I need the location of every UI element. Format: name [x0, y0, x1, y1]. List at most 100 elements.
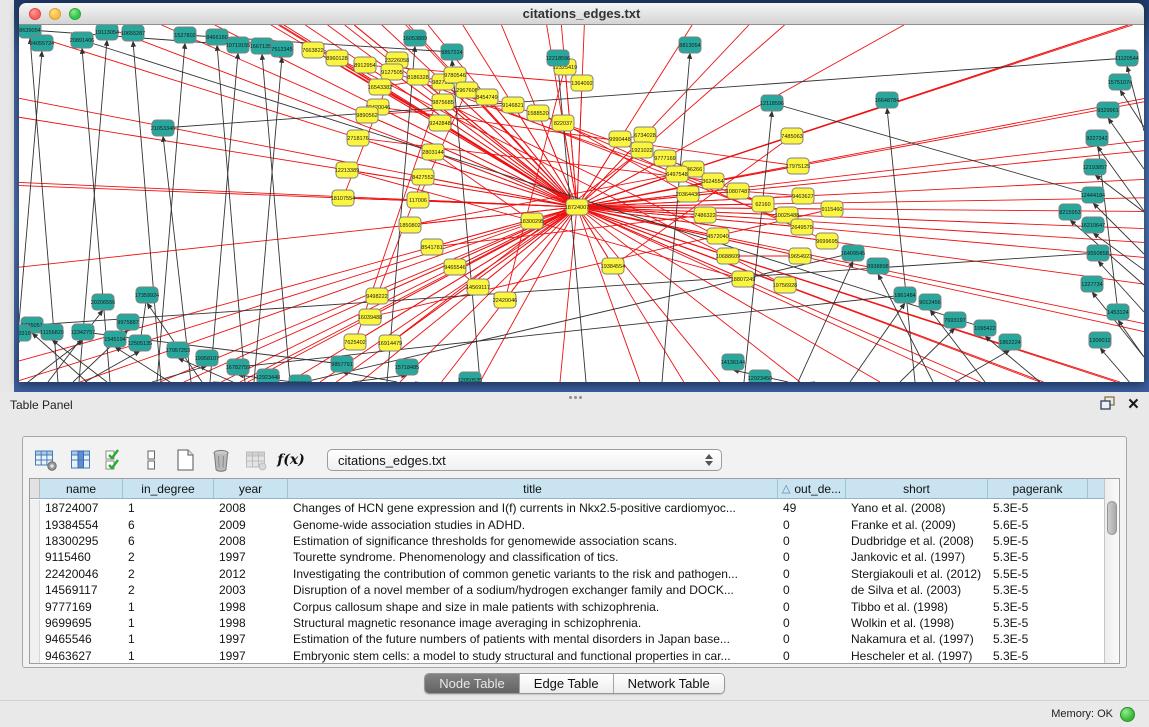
graph-edge[interactable] — [433, 152, 577, 207]
cell-out_degree: 0 — [778, 567, 846, 581]
graph-edge[interactable] — [85, 351, 140, 382]
table-settings-button[interactable] — [33, 447, 59, 473]
graph-edge[interactable] — [577, 150, 642, 207]
table-row[interactable]: 969969511998Structural magnetic resonanc… — [30, 615, 1104, 631]
graph-edge[interactable] — [133, 41, 161, 382]
import-table-button[interactable] — [243, 447, 269, 473]
table-row[interactable]: 1456911722003Disruption of a novel membe… — [30, 582, 1104, 598]
vertical-scrollbar[interactable] — [1104, 479, 1119, 663]
tab-edge-table[interactable]: Edge Table — [520, 674, 614, 693]
graph-edge[interactable] — [1118, 320, 1144, 357]
graph-node-label: 16543382 — [368, 85, 392, 91]
row-selector-cell[interactable] — [30, 598, 40, 614]
close-window-button[interactable] — [29, 8, 41, 20]
cell-out_degree: 0 — [778, 583, 846, 597]
column-header-year[interactable]: year — [214, 479, 288, 498]
graph-edge[interactable] — [217, 45, 245, 382]
column-header-title[interactable]: title — [288, 479, 778, 498]
graph-edge[interactable] — [157, 43, 185, 382]
table-row[interactable]: 1830029562008Estimation of significance … — [30, 533, 1104, 549]
graph-edge[interactable] — [850, 303, 905, 382]
column-header-pagerank[interactable]: pagerank — [988, 479, 1088, 498]
graph-node-label: 10025488 — [775, 213, 799, 219]
table-row[interactable]: 2242004622012Investigating the contribut… — [30, 566, 1104, 582]
column-header-out_degree[interactable]: △out_de... — [778, 479, 846, 498]
graph-edge[interactable] — [210, 53, 238, 382]
graph-edge[interactable] — [378, 107, 577, 207]
table-row[interactable]: 946554611997Estimation of the future num… — [30, 631, 1104, 647]
graph-edge[interactable] — [352, 375, 407, 382]
graph-node-label: 9146821 — [502, 103, 523, 109]
rows-button[interactable] — [138, 447, 164, 473]
network-canvas[interactable]: 1872400776638228960128891295423226058912… — [19, 25, 1144, 382]
graph-edge[interactable] — [577, 83, 582, 207]
close-panel-icon[interactable]: × — [1128, 397, 1139, 413]
graph-edge[interactable] — [320, 207, 577, 382]
scrollbar-thumb[interactable] — [1107, 501, 1117, 535]
row-selector-cell[interactable] — [30, 615, 40, 631]
row-selector-cell[interactable] — [30, 500, 40, 516]
minimize-window-button[interactable] — [49, 8, 61, 20]
table-selector[interactable]: citations_edges.txt — [327, 449, 722, 471]
graph-node-label: 18807249 — [731, 277, 755, 283]
row-selector-cell[interactable] — [30, 582, 40, 598]
cell-out_degree: 0 — [778, 632, 846, 646]
graph-node-label: 822037 — [554, 121, 572, 127]
edit-columns-button[interactable] — [68, 447, 94, 473]
create-table-button[interactable] — [173, 447, 199, 473]
graph-edge[interactable] — [577, 207, 1120, 382]
table-row[interactable]: 911546021997Tourette syndrome. Phenomeno… — [30, 549, 1104, 565]
graph-edge[interactable] — [19, 341, 20, 382]
row-selector-cell[interactable] — [30, 516, 40, 532]
table-row[interactable]: 1872400712008Changes of HCN gene express… — [30, 500, 1104, 516]
select-all-button[interactable] — [103, 447, 129, 473]
network-window-titlebar[interactable]: citations_edges.txt — [19, 3, 1144, 25]
column-header-rowselect[interactable] — [30, 479, 40, 498]
graph-node-label: 8466160 — [206, 35, 227, 41]
row-selector-cell[interactable] — [30, 533, 40, 549]
row-selector-cell[interactable] — [30, 648, 40, 663]
row-selector-cell[interactable] — [30, 566, 40, 582]
table-row[interactable]: 977716911998Corpus callosum shape and si… — [30, 598, 1104, 614]
graph-edge[interactable] — [1100, 348, 1144, 382]
row-selector-cell[interactable] — [30, 549, 40, 565]
graph-edge[interactable] — [798, 261, 853, 382]
graph-node-label: 18107554 — [331, 196, 355, 202]
column-header-short[interactable]: short — [846, 479, 988, 498]
graph-node-label: 11120544 — [1115, 56, 1139, 62]
graph-edge[interactable] — [254, 57, 282, 382]
memory-status-indicator[interactable] — [1120, 707, 1135, 722]
graph-edge[interactable] — [1120, 90, 1144, 127]
graph-edge[interactable] — [115, 347, 170, 382]
graph-edge[interactable] — [432, 215, 705, 247]
table-row[interactable]: 1938455462009Genome-wide association stu… — [30, 516, 1104, 532]
cell-in_degree: 1 — [123, 632, 214, 646]
row-selector-cell[interactable] — [30, 631, 40, 647]
network-canvas-svg[interactable]: 1872400776638228960128891295423226058912… — [19, 25, 1144, 382]
cell-in_degree: 1 — [123, 600, 214, 614]
cell-name: 9777169 — [40, 600, 123, 614]
graph-edge[interactable] — [1097, 146, 1144, 211]
graph-node-label: 9465546 — [444, 265, 465, 271]
graph-edge[interactable] — [1108, 118, 1144, 169]
graph-edge[interactable] — [900, 328, 955, 382]
graph-edge[interactable] — [577, 139, 620, 207]
column-header-name[interactable]: name — [40, 479, 123, 498]
graph-node-label: 62160 — [755, 202, 770, 208]
zoom-window-button[interactable] — [69, 8, 81, 20]
table-row[interactable]: 946362711997Embryonic stem cells: a mode… — [30, 648, 1104, 663]
delete-table-button[interactable] — [208, 447, 234, 473]
graph-edge[interactable] — [32, 253, 1098, 325]
float-window-icon[interactable] — [1100, 396, 1116, 415]
graph-edge[interactable] — [558, 66, 586, 382]
graph-edge[interactable] — [887, 108, 915, 382]
graph-edge[interactable] — [163, 58, 1127, 128]
function-builder-button[interactable]: f(x) — [278, 447, 304, 473]
column-header-in_degree[interactable]: in_degree — [123, 479, 214, 498]
panel-resize-handle[interactable] — [568, 394, 582, 401]
tab-network-table[interactable]: Network Table — [614, 674, 724, 693]
graph-edge[interactable] — [772, 103, 1093, 195]
graph-edge[interactable] — [440, 123, 577, 207]
graph-edge[interactable] — [262, 54, 290, 382]
tab-node-table[interactable]: Node Table — [425, 674, 520, 693]
